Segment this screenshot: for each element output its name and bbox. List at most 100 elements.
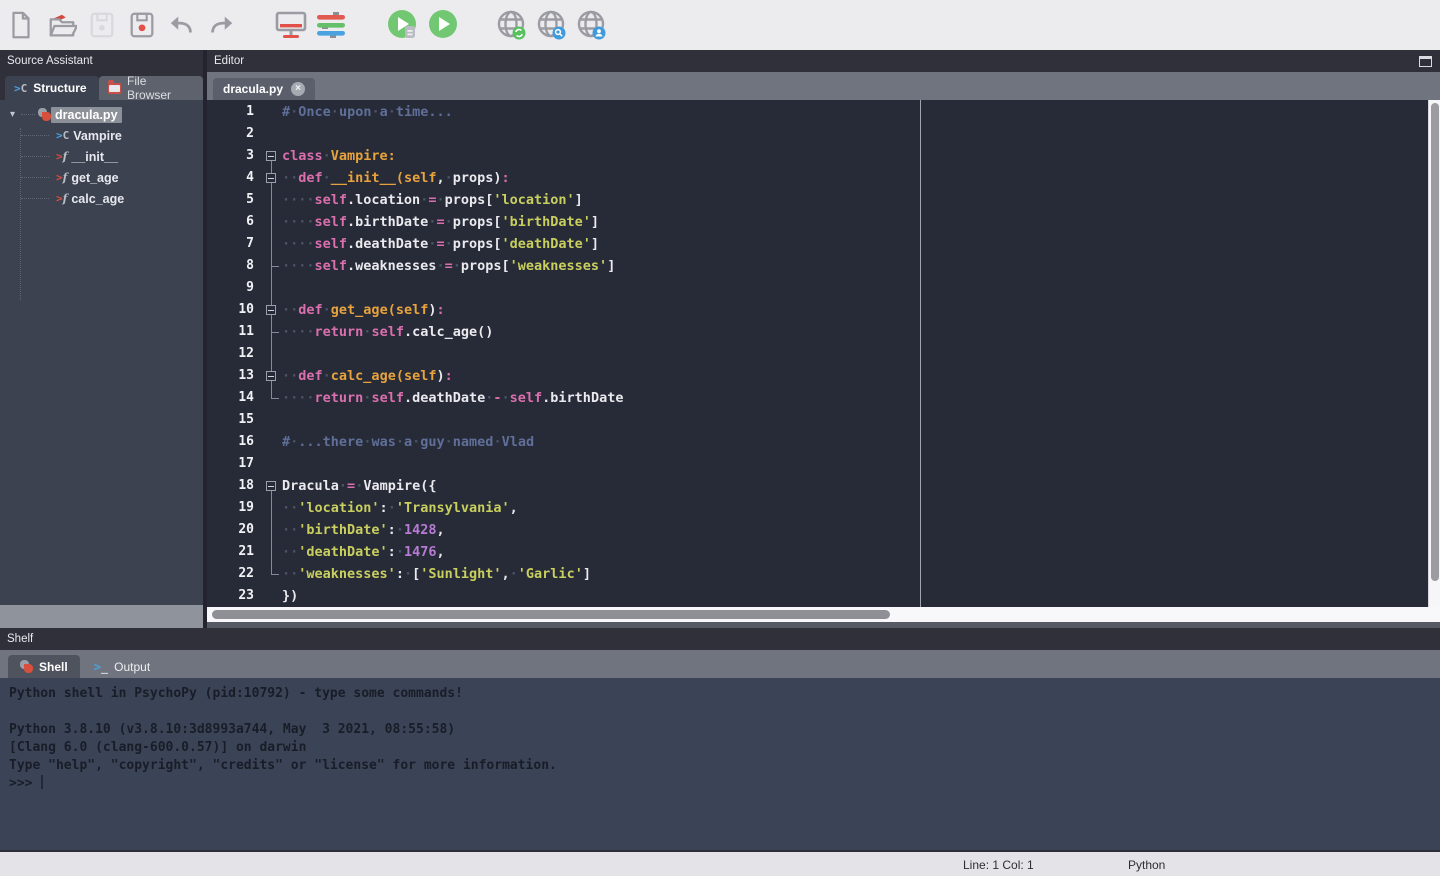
tab-structure[interactable]: >C Structure [5,76,99,100]
save-as-button[interactable] [124,7,160,43]
fold-margin[interactable] [262,277,282,299]
code-line[interactable]: 11····return·self.calc_age() [207,321,1440,343]
fold-margin[interactable] [262,343,282,365]
code-line[interactable]: 18Dracula·=·Vampire({ [207,475,1440,497]
fold-margin[interactable] [262,299,282,321]
save-button[interactable] [84,7,120,43]
globe-search-icon [534,7,572,45]
chevron-down-icon[interactable]: ▾ [10,109,15,120]
editor-title-bar: Editor [207,50,1440,72]
new-file-button[interactable] [3,7,39,43]
save-as-icon [127,10,157,40]
open-file-button[interactable] [44,7,80,43]
tab-output-label: Output [114,660,150,674]
code-line[interactable]: 23}) [207,585,1440,607]
code-line[interactable]: 5····self.location·=·props['location'] [207,189,1440,211]
tree-item-init[interactable]: >f__init__ [0,146,203,167]
detach-panel-icon[interactable] [1419,56,1432,67]
fold-margin[interactable] [262,387,282,409]
tab-shell[interactable]: Shell [8,655,80,678]
line-number: 2 [207,123,262,145]
globe-sync-icon [494,7,532,45]
terminal-icon: >_ [94,660,108,674]
text-cursor [41,775,43,789]
fold-margin[interactable] [262,365,282,387]
tree-connector [21,135,49,136]
shell-prompt: >>> [9,776,32,791]
pavlovia-user-button[interactable] [574,7,610,43]
code-line[interactable]: 8····self.weaknesses·=·props['weaknesses… [207,255,1440,277]
class-icon: >C [56,129,69,142]
fold-margin[interactable] [262,145,282,167]
code-line[interactable]: 4··def·__init__(self,·props): [207,167,1440,189]
code-line[interactable]: 19··'location':·'Transylvania', [207,497,1440,519]
color-picker-button[interactable] [313,7,349,43]
editor-title: Editor [214,50,244,72]
run-in-runner-button[interactable] [385,7,421,43]
fold-margin[interactable] [262,519,282,541]
tab-file-browser[interactable]: File Browser [99,76,203,100]
fold-margin[interactable] [262,585,282,607]
fold-margin[interactable] [262,563,282,585]
code-line[interactable]: 10··def·get_age(self): [207,299,1440,321]
code-line[interactable]: 21··'deathDate':·1476, [207,541,1440,563]
code-editor[interactable]: 1#·Once·upon·a·time...23class·Vampire:4·… [207,100,1440,607]
tree-item-getage[interactable]: >fget_age [0,167,203,188]
code-line[interactable]: 6····self.birthDate·=·props['birthDate'] [207,211,1440,233]
close-tab-icon[interactable]: × [291,82,305,96]
code-line[interactable]: 3class·Vampire: [207,145,1440,167]
code-line[interactable]: 16#·...there·was·a·guy·named·Vlad [207,431,1440,453]
horizontal-scrollbar-thumb[interactable] [212,610,890,619]
fold-margin[interactable] [262,255,282,277]
vertical-scrollbar[interactable] [1428,100,1440,607]
fold-margin[interactable] [262,431,282,453]
redo-button[interactable] [203,7,239,43]
run-button[interactable] [425,7,461,43]
tree-item-calcage[interactable]: >fcalc_age [0,188,203,209]
code-line[interactable]: 14····return·self.deathDate·-·self.birth… [207,387,1440,409]
fold-margin[interactable] [262,453,282,475]
line-number: 22 [207,563,262,585]
code-line[interactable]: 15 [207,409,1440,431]
fold-margin[interactable] [262,101,282,123]
line-number: 1 [207,101,262,123]
code-line[interactable]: 12 [207,343,1440,365]
undo-button[interactable] [164,7,200,43]
psychopy-coder-window: Source Assistant >C Structure File Brows… [0,0,1440,876]
fold-margin[interactable] [262,475,282,497]
code-line[interactable]: 13··def·calc_age(self): [207,365,1440,387]
fold-margin[interactable] [262,189,282,211]
tab-output[interactable]: >_ Output [82,655,163,678]
undo-icon [166,10,198,40]
code-line[interactable]: 9 [207,277,1440,299]
pavlovia-search-button[interactable] [534,7,570,43]
monitor-center-button[interactable] [273,7,309,43]
fold-margin[interactable] [262,167,282,189]
code-line[interactable]: 17 [207,453,1440,475]
fold-margin[interactable] [262,409,282,431]
tab-dracula-py[interactable]: dracula.py × [213,78,315,100]
fold-margin[interactable] [262,211,282,233]
code-line[interactable]: 20··'birthDate':·1428, [207,519,1440,541]
pavlovia-sync-button[interactable] [494,7,530,43]
function-icon: >f [56,192,67,205]
shell-line: [Clang 6.0 (clang-600.0.57)] on darwin [9,739,1431,757]
horizontal-scrollbar[interactable] [207,607,1440,622]
fold-margin[interactable] [262,541,282,563]
code-line[interactable]: 1#·Once·upon·a·time... [207,101,1440,123]
shelf-panel: Shelf Shell >_ Output Python shell in Ps… [0,628,1440,850]
vertical-scrollbar-thumb[interactable] [1431,103,1439,581]
fold-margin[interactable] [262,321,282,343]
tree-item-Vampire[interactable]: >CVampire [0,125,203,146]
fold-margin[interactable] [262,233,282,255]
sliders-icon [314,9,348,41]
code-line[interactable]: 2 [207,123,1440,145]
tree-item-dracula-py[interactable]: ▾dracula.py [0,104,203,125]
code-line[interactable]: 22··'weaknesses':·['Sunlight',·'Garlic'] [207,563,1440,585]
fold-margin[interactable] [262,123,282,145]
tree-scrollbar-track[interactable] [0,605,203,628]
fold-margin[interactable] [262,497,282,519]
shell-console[interactable]: Python shell in PsychoPy (pid:10792) - t… [0,678,1440,850]
code-line[interactable]: 7····self.deathDate·=·props['deathDate'] [207,233,1440,255]
structure-tree[interactable]: ▾dracula.py>CVampire>f__init__>fget_age>… [0,100,203,605]
